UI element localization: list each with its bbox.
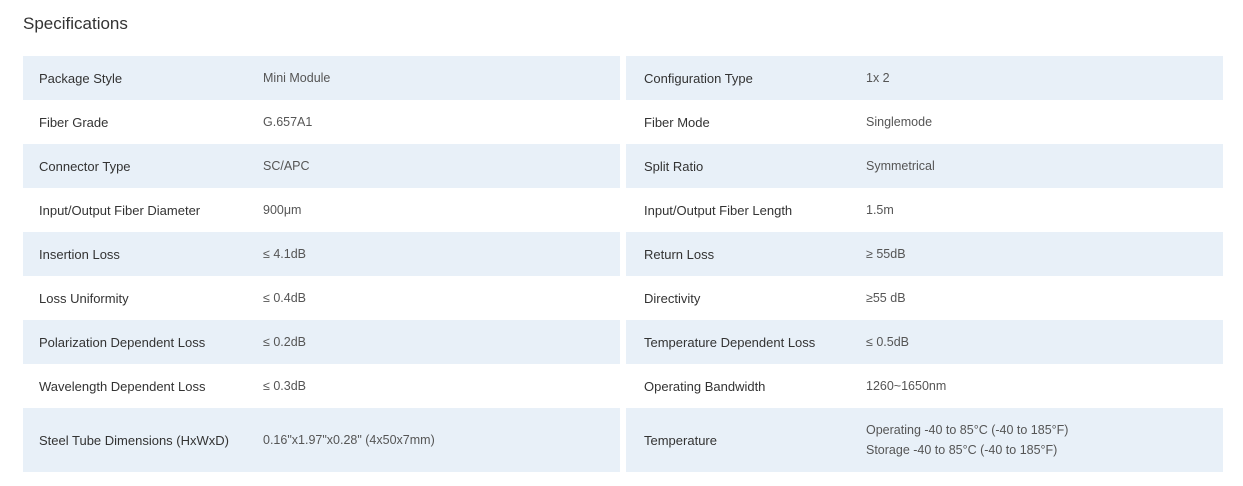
spec-label: Temperature Dependent Loss: [644, 334, 816, 350]
spec-value: ≤ 0.5dB: [866, 335, 909, 349]
spec-row: Insertion Loss ≤ 4.1dB Return Loss ≥ 55d…: [23, 232, 1223, 276]
spec-value: 900μm: [263, 203, 302, 217]
spec-value-multiline: Operating -40 to 85°C (-40 to 185°F) Sto…: [866, 420, 1223, 460]
spec-value: ≥55 dB: [866, 291, 906, 305]
spec-label: Fiber Mode: [644, 114, 710, 130]
spec-cell-right: Temperature Dependent Loss ≤ 0.5dB: [626, 320, 1223, 364]
spec-value: ≤ 0.3dB: [263, 379, 306, 393]
spec-label: Input/Output Fiber Diameter: [39, 202, 201, 218]
spec-value-line: Operating -40 to 85°C (-40 to 185°F): [866, 423, 1069, 437]
spec-row: Polarization Dependent Loss ≤ 0.2dB Temp…: [23, 320, 1223, 364]
spec-row: Wavelength Dependent Loss ≤ 0.3dB Operat…: [23, 364, 1223, 408]
spec-label: Wavelength Dependent Loss: [39, 378, 206, 394]
spec-label: Return Loss: [644, 246, 715, 262]
spec-label: Loss Uniformity: [39, 290, 129, 306]
spec-cell-left: Fiber Grade G.657A1: [23, 100, 620, 144]
spec-cell-left: Polarization Dependent Loss ≤ 0.2dB: [23, 320, 620, 364]
spec-value: ≤ 0.2dB: [263, 335, 306, 349]
spec-value: SC/APC: [263, 159, 310, 173]
spec-value: 1.5m: [866, 203, 894, 217]
spec-label: Operating Bandwidth: [644, 378, 766, 394]
spec-cell-right: Temperature Operating -40 to 85°C (-40 t…: [626, 408, 1223, 472]
spec-row: Connector Type SC/APC Split Ratio Symmet…: [23, 144, 1223, 188]
spec-cell-right: Configuration Type 1x 2: [626, 56, 1223, 100]
page-title: Specifications: [23, 14, 128, 33]
spec-cell-left: Loss Uniformity ≤ 0.4dB: [23, 276, 620, 320]
spec-value: ≤ 4.1dB: [263, 247, 306, 261]
spec-value: G.657A1: [263, 115, 313, 129]
spec-value: ≥ 55dB: [866, 247, 906, 261]
spec-value: Singlemode: [866, 115, 933, 129]
spec-cell-right: Directivity ≥55 dB: [626, 276, 1223, 320]
spec-label: Insertion Loss: [39, 246, 120, 262]
spec-value-line: Storage -40 to 85°C (-40 to 185°F): [866, 443, 1058, 457]
spec-label: Directivity: [644, 290, 701, 306]
spec-value: Mini Module: [263, 71, 331, 85]
spec-label: Polarization Dependent Loss: [39, 334, 206, 350]
spec-value: ≤ 0.4dB: [263, 291, 306, 305]
spec-cell-right: Fiber Mode Singlemode: [626, 100, 1223, 144]
spec-row: Loss Uniformity ≤ 0.4dB Directivity ≥55 …: [23, 276, 1223, 320]
spec-value: 1260~1650nm: [866, 379, 947, 393]
spec-label: Input/Output Fiber Length: [644, 202, 793, 218]
spec-label: Temperature: [644, 432, 717, 448]
specifications-table: Package Style Mini Module Configuration …: [23, 56, 1223, 472]
spec-row: Input/Output Fiber Diameter 900μm Input/…: [23, 188, 1223, 232]
spec-cell-left: Input/Output Fiber Diameter 900μm: [23, 188, 620, 232]
spec-value: Symmetrical: [866, 159, 935, 173]
spec-cell-left: Wavelength Dependent Loss ≤ 0.3dB: [23, 364, 620, 408]
spec-value: 1x 2: [866, 71, 890, 85]
spec-cell-right: Split Ratio Symmetrical: [626, 144, 1223, 188]
spec-cell-right: Operating Bandwidth 1260~1650nm: [626, 364, 1223, 408]
spec-row: Fiber Grade G.657A1 Fiber Mode Singlemod…: [23, 100, 1223, 144]
spec-label: Split Ratio: [644, 158, 704, 174]
spec-cell-left: Insertion Loss ≤ 4.1dB: [23, 232, 620, 276]
spec-cell-left: Connector Type SC/APC: [23, 144, 620, 188]
spec-label: Steel Tube Dimensions (HxWxD): [39, 432, 229, 448]
spec-cell-right: Input/Output Fiber Length 1.5m: [626, 188, 1223, 232]
spec-row: Steel Tube Dimensions (HxWxD) 0.16"x1.97…: [23, 408, 1223, 472]
spec-value: 0.16"x1.97"x0.28" (4x50x7mm): [263, 433, 435, 447]
spec-cell-left: Package Style Mini Module: [23, 56, 620, 100]
spec-label: Fiber Grade: [39, 114, 109, 130]
spec-label: Package Style: [39, 70, 123, 86]
spec-label: Connector Type: [39, 158, 131, 174]
spec-label: Configuration Type: [644, 70, 753, 86]
spec-cell-right: Return Loss ≥ 55dB: [626, 232, 1223, 276]
spec-row: Package Style Mini Module Configuration …: [23, 56, 1223, 100]
spec-cell-left: Steel Tube Dimensions (HxWxD) 0.16"x1.97…: [23, 408, 620, 472]
